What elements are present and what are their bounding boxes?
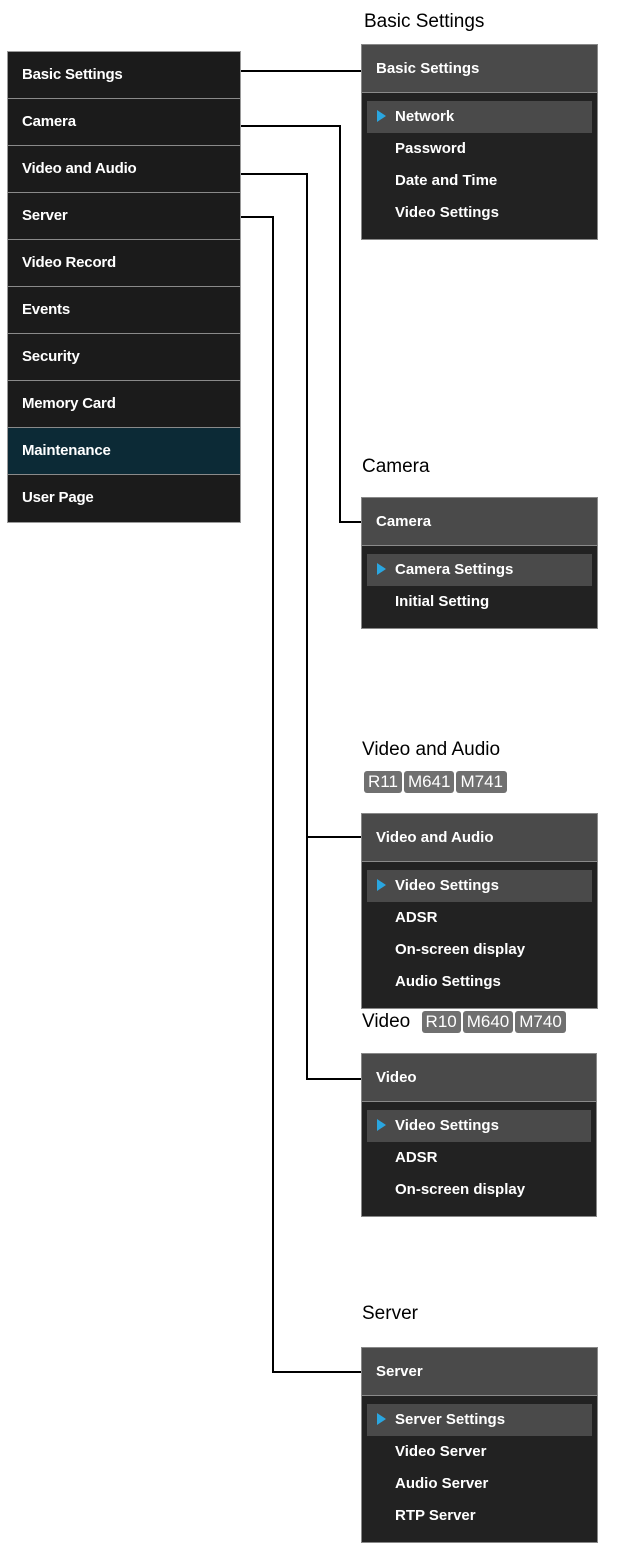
selected-arrow-icon: [377, 563, 386, 575]
submenu-item-video-settings[interactable]: Video Settings: [367, 1110, 591, 1142]
submenu-item-on-screen-display[interactable]: On-screen display: [367, 934, 592, 966]
submenu-item-server-settings[interactable]: Server Settings: [367, 1404, 592, 1436]
menu-item-basic-settings[interactable]: Basic Settings: [8, 52, 240, 99]
submenu-item-date-and-time[interactable]: Date and Time: [367, 165, 592, 197]
connector-server: [229, 216, 375, 1373]
main-menu: Basic Settings Camera Video and Audio Se…: [7, 51, 241, 523]
submenu-item-password[interactable]: Password: [367, 133, 592, 165]
section-title-camera: Camera: [362, 456, 430, 477]
model-badges-video-and-audio: R11 M641 M741: [364, 771, 509, 793]
submenu-camera: Camera Camera Settings Initial Setting: [361, 497, 598, 629]
submenu-item-on-screen-display[interactable]: On-screen display: [367, 1174, 591, 1206]
submenu-item-rtp-server[interactable]: RTP Server: [367, 1500, 592, 1532]
menu-item-video-and-audio[interactable]: Video and Audio: [8, 146, 240, 193]
section-title-basic-settings: Basic Settings: [364, 11, 485, 32]
submenu-item-adsr[interactable]: ADSR: [367, 1142, 591, 1174]
model-badge: M640: [462, 1011, 514, 1033]
submenu-header: Camera: [362, 498, 597, 546]
section-title-video-and-audio: Video and Audio: [362, 739, 501, 760]
model-badge: M740: [515, 1011, 566, 1033]
submenu-header: Video and Audio: [362, 814, 597, 862]
model-badge: R10: [421, 1011, 461, 1033]
submenu-item-audio-settings[interactable]: Audio Settings: [367, 966, 592, 998]
menu-item-security[interactable]: Security: [8, 334, 240, 381]
submenu-item-audio-server[interactable]: Audio Server: [367, 1468, 592, 1500]
submenu-video: Video Video Settings ADSR On-screen disp…: [361, 1053, 597, 1217]
submenu-video-and-audio: Video and Audio Video Settings ADSR On-s…: [361, 813, 598, 1009]
submenu-item-initial-setting[interactable]: Initial Setting: [367, 586, 592, 618]
model-badge: M741: [456, 771, 507, 793]
submenu-server: Server Server Settings Video Server Audi…: [361, 1347, 598, 1543]
menu-item-server[interactable]: Server: [8, 193, 240, 240]
model-badge: M641: [403, 771, 455, 793]
section-title-server: Server: [362, 1303, 418, 1324]
menu-item-user-page[interactable]: User Page: [8, 475, 240, 522]
submenu-item-video-server[interactable]: Video Server: [367, 1436, 592, 1468]
submenu-basic-settings: Basic Settings Network Password Date and…: [361, 44, 598, 240]
section-title-video: Video R10 M640 M740: [362, 1011, 568, 1033]
selected-arrow-icon: [377, 879, 386, 891]
submenu-item-network[interactable]: Network: [367, 101, 592, 133]
submenu-header: Server: [362, 1348, 597, 1396]
menu-item-video-record[interactable]: Video Record: [8, 240, 240, 287]
submenu-item-camera-settings[interactable]: Camera Settings: [367, 554, 592, 586]
submenu-header: Basic Settings: [362, 45, 597, 93]
submenu-item-video-settings[interactable]: Video Settings: [367, 197, 592, 229]
connector-camera: [229, 125, 375, 523]
selected-arrow-icon: [377, 110, 386, 122]
submenu-header: Video: [362, 1054, 596, 1102]
model-badge: R11: [364, 771, 402, 793]
selected-arrow-icon: [377, 1413, 386, 1425]
selected-arrow-icon: [377, 1119, 386, 1131]
menu-item-events[interactable]: Events: [8, 287, 240, 334]
submenu-item-video-settings[interactable]: Video Settings: [367, 870, 592, 902]
menu-item-camera[interactable]: Camera: [8, 99, 240, 146]
connector-video-audio: [229, 173, 375, 1080]
menu-item-maintenance[interactable]: Maintenance: [8, 428, 240, 475]
menu-item-memory-card[interactable]: Memory Card: [8, 381, 240, 428]
submenu-item-adsr[interactable]: ADSR: [367, 902, 592, 934]
